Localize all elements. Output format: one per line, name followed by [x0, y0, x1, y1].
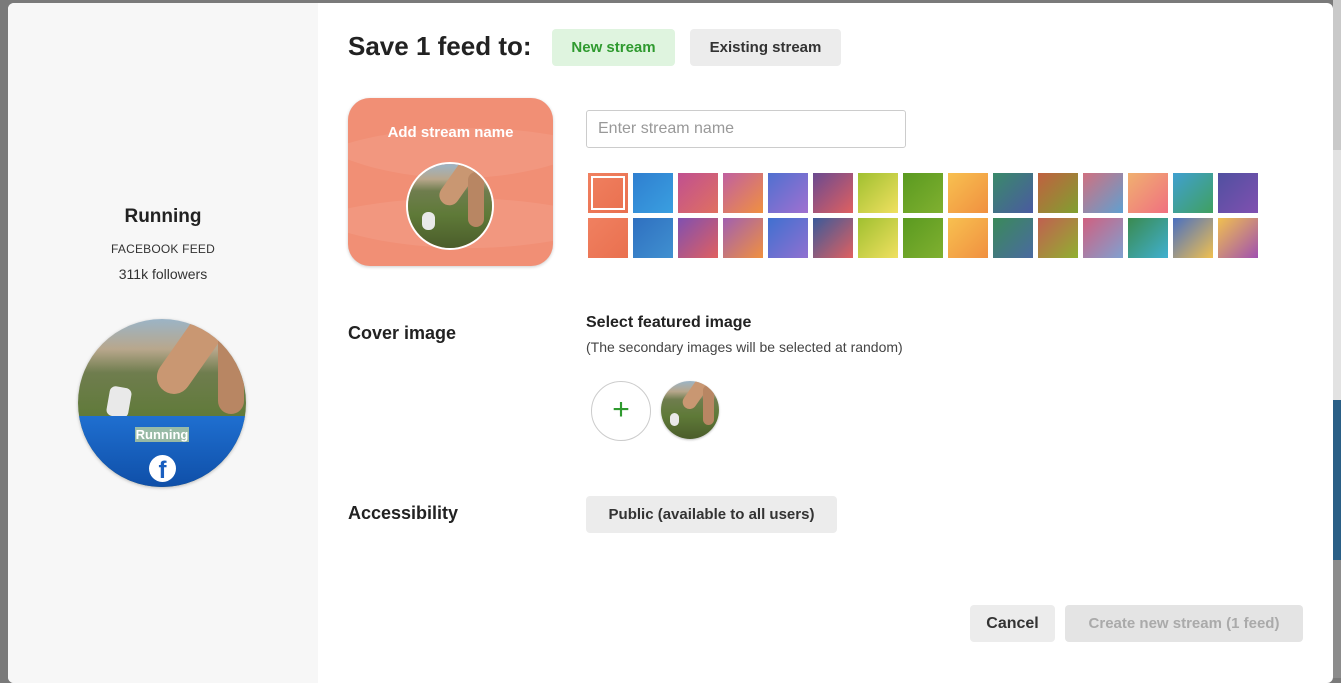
cancel-button[interactable]: Cancel: [970, 605, 1055, 642]
color-swatch[interactable]: [1038, 173, 1078, 213]
color-swatch[interactable]: [1038, 218, 1078, 258]
color-swatch[interactable]: [948, 173, 988, 213]
feed-type: FACEBOOK FEED: [111, 242, 215, 256]
color-swatch[interactable]: [768, 218, 808, 258]
tab-existing-stream[interactable]: Existing stream: [690, 29, 841, 66]
color-swatch[interactable]: [588, 173, 628, 213]
color-swatch[interactable]: [813, 173, 853, 213]
plus-icon: +: [612, 393, 630, 426]
color-swatch[interactable]: [1128, 173, 1168, 213]
color-swatch[interactable]: [1083, 173, 1123, 213]
accessibility-label: Accessibility: [348, 503, 459, 523]
color-swatch[interactable]: [768, 173, 808, 213]
tab-new-stream[interactable]: New stream: [552, 29, 675, 66]
modal-title: Save 1 feed to:: [348, 31, 532, 61]
save-feed-modal: Running FACEBOOK FEED 311k followers Run…: [8, 3, 1333, 683]
facebook-icon: f: [149, 455, 176, 482]
add-image-button[interactable]: +: [591, 381, 651, 441]
select-featured-image-title: Select featured image: [586, 314, 752, 331]
color-swatch[interactable]: [903, 173, 943, 213]
color-swatch[interactable]: [588, 218, 628, 258]
cover-image-label: Cover image: [348, 323, 457, 343]
color-swatch[interactable]: [1173, 218, 1213, 258]
color-swatch[interactable]: [993, 218, 1033, 258]
feed-summary-panel: Running FACEBOOK FEED 311k followers Run…: [8, 3, 318, 683]
color-swatch[interactable]: [948, 218, 988, 258]
color-swatch[interactable]: [678, 218, 718, 258]
color-swatch[interactable]: [1218, 173, 1258, 213]
color-swatch[interactable]: [633, 218, 673, 258]
stream-preview-label: Add stream name: [387, 124, 514, 141]
color-swatch[interactable]: [903, 218, 943, 258]
feed-avatar: Running f: [78, 319, 246, 487]
feed-followers: 311k followers: [118, 266, 208, 282]
accessibility-public-button[interactable]: Public (available to all users): [586, 496, 837, 533]
feed-avatar-label: Running: [134, 427, 190, 442]
feed-title: Running: [124, 206, 202, 227]
color-swatch[interactable]: [1218, 218, 1258, 258]
color-swatch[interactable]: [858, 218, 898, 258]
featured-image-thumbnail[interactable]: [661, 381, 719, 439]
stream-name-input[interactable]: [586, 110, 906, 148]
select-featured-image-subtitle: (The secondary images will be selected a…: [586, 339, 903, 355]
color-swatch[interactable]: [633, 173, 673, 213]
color-swatch[interactable]: [723, 218, 763, 258]
background-page: [1333, 0, 1341, 678]
color-swatch[interactable]: [993, 173, 1033, 213]
color-swatch[interactable]: [1083, 218, 1123, 258]
color-swatch[interactable]: [1128, 218, 1168, 258]
color-swatch-grid: [588, 173, 1258, 258]
stream-preview-card: Add stream name: [348, 98, 553, 266]
color-swatch[interactable]: [813, 218, 853, 258]
stream-preview-thumbnail: [406, 162, 494, 250]
color-swatch[interactable]: [723, 173, 763, 213]
color-swatch[interactable]: [858, 173, 898, 213]
color-swatch[interactable]: [1173, 173, 1213, 213]
create-stream-button[interactable]: Create new stream (1 feed): [1065, 605, 1303, 642]
color-swatch[interactable]: [678, 173, 718, 213]
